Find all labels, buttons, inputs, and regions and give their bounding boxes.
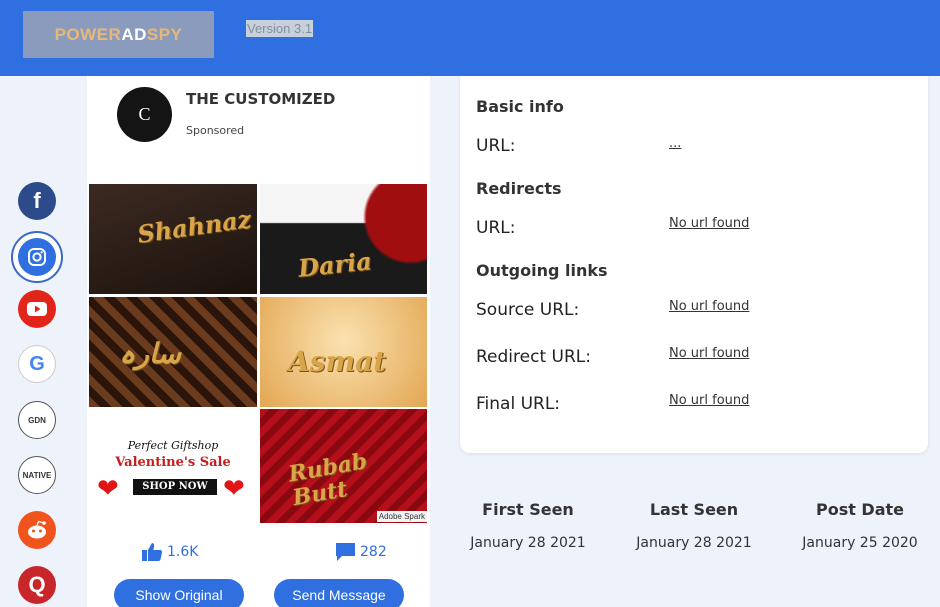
first-seen-label: First Seen	[482, 500, 574, 519]
native-icon[interactable]: NATIVE	[18, 456, 56, 494]
basic-url-label: URL:	[476, 136, 516, 156]
youtube-icon[interactable]	[18, 290, 56, 328]
facebook-glyph: f	[33, 188, 41, 213]
gdn-icon[interactable]: GDN	[18, 401, 56, 439]
final-url-link[interactable]: No url found	[669, 393, 749, 408]
likes-count: 1.6K	[167, 544, 199, 560]
show-original-button[interactable]: Show Original	[114, 579, 244, 607]
google-glyph: G	[29, 352, 45, 375]
tile-name-text: سارہ	[119, 337, 181, 370]
send-message-button[interactable]: Send Message	[274, 579, 404, 607]
giftshop-name: Perfect Giftshop	[127, 439, 219, 452]
basic-info-heading: Basic info	[476, 97, 564, 116]
comments-stat: 282	[335, 542, 387, 562]
google-icon[interactable]: G	[18, 345, 56, 383]
ad-image-tile[interactable]: Perfect Giftshop Valentine's Sale ❤ SHOP…	[89, 409, 257, 523]
ad-image-tile[interactable]: Rubab Butt Adobe Spark	[260, 409, 427, 523]
source-url-link[interactable]: No url found	[669, 299, 749, 314]
logo-text-ad: AD	[121, 24, 147, 44]
ad-image-tile[interactable]: Asmat	[260, 297, 427, 407]
instagram-icon[interactable]	[11, 231, 63, 283]
gdn-label: GDN	[28, 415, 46, 425]
ad-image-tile[interactable]: Shahnaz	[89, 184, 257, 294]
native-label: NATIVE	[22, 470, 52, 480]
app-logo[interactable]: POWERADSPY	[23, 11, 214, 58]
first-seen-value: January 28 2021	[470, 535, 586, 551]
heart-icon: ❤	[97, 474, 119, 504]
last-seen-value: January 28 2021	[636, 535, 752, 551]
post-date-value: January 25 2020	[802, 535, 918, 551]
instagram-glyph	[28, 248, 46, 266]
basic-url-link[interactable]: ...	[669, 136, 681, 151]
logo-text-spy: SPY	[146, 24, 183, 44]
valentine-sale-text: Valentine's Sale	[115, 455, 231, 470]
redirects-url-link[interactable]: No url found	[669, 216, 749, 231]
redirect-url-link[interactable]: No url found	[669, 346, 749, 361]
quora-icon[interactable]: Q	[18, 566, 56, 604]
heart-icon: ❤	[223, 474, 245, 504]
adobe-spark-badge: Adobe Spark	[376, 511, 427, 522]
thumbs-up-icon	[142, 543, 163, 561]
facebook-icon[interactable]: f	[18, 182, 56, 220]
advertiser-name: THE CUSTOMIZED	[186, 90, 336, 108]
youtube-glyph	[27, 302, 47, 316]
advertiser-avatar[interactable]: C	[117, 87, 172, 142]
tile-name-text: Asmat	[288, 345, 387, 378]
tile-name-text: Daria	[296, 246, 374, 283]
likes-stat: 1.6K	[141, 542, 198, 562]
comments-count: 282	[360, 544, 387, 560]
version-label: Version 3.1	[246, 20, 314, 37]
ad-image-tile[interactable]: سارہ	[89, 297, 257, 407]
top-bar: POWERADSPY Version 3.1	[0, 0, 940, 76]
shop-now-banner: SHOP NOW	[133, 479, 217, 495]
reddit-icon[interactable]	[18, 511, 56, 549]
ad-preview-card: C THE CUSTOMIZED Sponsored Shahnaz Daria…	[87, 76, 430, 607]
redirects-url-label: URL:	[476, 218, 516, 238]
comment-icon	[336, 543, 355, 561]
network-sidebar: f G GDN NATIVE Q	[0, 76, 75, 607]
logo-text-power: POWER	[54, 24, 122, 44]
final-url-label: Final URL:	[476, 394, 561, 414]
reddit-glyph	[28, 520, 46, 539]
source-url-label: Source URL:	[476, 300, 580, 320]
quora-glyph: Q	[28, 572, 46, 597]
ad-info-panel: Basic info URL: ... Redirects URL: No ur…	[460, 76, 928, 453]
tile-name-text: Shahnaz	[135, 204, 253, 249]
last-seen-label: Last Seen	[649, 500, 739, 519]
outgoing-links-heading: Outgoing links	[476, 261, 608, 280]
avatar-monogram: C	[138, 104, 151, 124]
post-date-label: Post Date	[815, 500, 905, 519]
sponsored-label: Sponsored	[186, 124, 245, 137]
redirects-heading: Redirects	[476, 179, 562, 198]
tile-name-text: Rubab Butt	[286, 448, 370, 512]
ad-image-tile[interactable]: Daria	[260, 184, 427, 294]
redirect-url-label: Redirect URL:	[476, 347, 591, 367]
